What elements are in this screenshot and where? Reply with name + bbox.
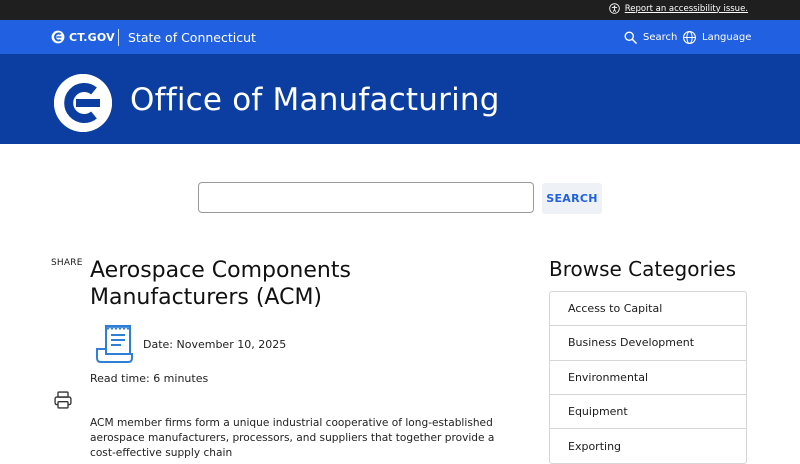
language-label: Language <box>702 32 752 43</box>
ct-seal-icon <box>54 74 112 132</box>
article-title: Aerospace Components Manufacturers (ACM) <box>90 258 351 310</box>
printer-icon[interactable] <box>53 390 73 410</box>
article-date: Date: November 10, 2025 <box>143 338 287 351</box>
agency-title: Office of Manufacturing <box>130 82 500 118</box>
category-business-development[interactable]: Business Development <box>550 326 746 361</box>
utility-divider <box>118 29 119 46</box>
utility-search-label: Search <box>643 32 678 43</box>
document-icon <box>96 324 133 363</box>
category-access-to-capital[interactable]: Access to Capital <box>550 292 746 327</box>
article-body: ACM member firms form a unique industria… <box>90 417 495 459</box>
ctgov-logo[interactable]: CT.GOV <box>51 30 115 44</box>
agency-seal[interactable] <box>54 74 112 132</box>
category-equipment[interactable]: Equipment <box>550 395 746 430</box>
globe-icon <box>683 31 696 44</box>
category-exporting[interactable]: Exporting <box>550 429 746 463</box>
agency-banner: Office of Manufacturing <box>0 54 800 144</box>
state-name-link[interactable]: State of Connecticut <box>128 30 256 45</box>
category-environmental[interactable]: Environmental <box>550 361 746 395</box>
report-accessibility-link[interactable]: Report an accessibility issue. <box>608 3 748 14</box>
utility-bar: CT.GOV State of Connecticut Search Langu… <box>0 20 800 54</box>
accessibility-icon <box>608 3 620 14</box>
report-accessibility-label: Report an accessibility issue. <box>624 3 748 14</box>
category-list: Access to Capital Business Development E… <box>549 291 747 464</box>
utility-search-button[interactable]: Search <box>623 30 677 45</box>
ctgov-logo-text: CT.GOV <box>69 30 115 44</box>
site-search-input[interactable] <box>198 182 534 213</box>
article-read-time: Read time: 6 minutes <box>90 372 209 385</box>
ct-logo-icon <box>51 30 65 44</box>
share-label: SHARE <box>51 258 83 268</box>
browse-categories-title: Browse Categories <box>549 257 736 281</box>
site-search-button[interactable]: SEARCH <box>542 183 602 214</box>
accessibility-bar: Report an accessibility issue. <box>0 0 800 20</box>
language-button[interactable]: Language <box>682 30 751 45</box>
search-icon <box>624 31 637 44</box>
